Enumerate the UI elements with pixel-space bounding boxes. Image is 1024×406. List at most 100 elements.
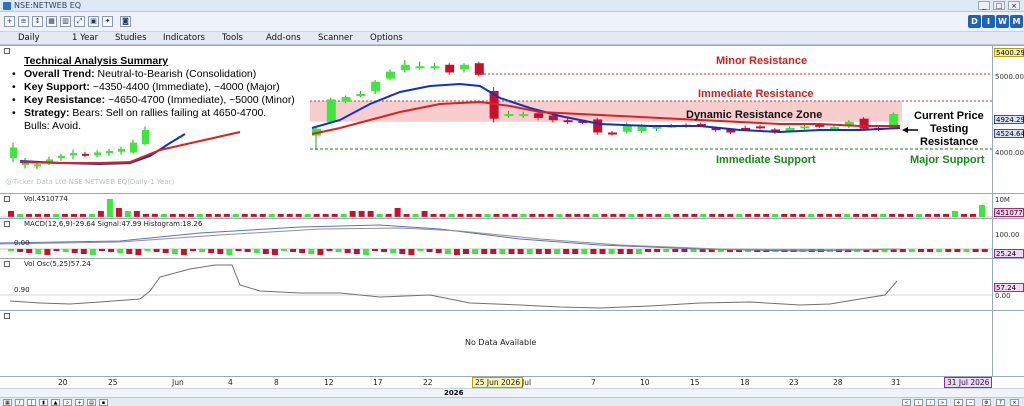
summary-trend: Overall Trend: Neutral-to-Bearish (Conso… (10, 68, 295, 81)
macd-histogram-bar (572, 249, 579, 254)
new-icon[interactable]: + (4, 16, 15, 27)
macd-histogram-bar (281, 249, 287, 251)
candle-body (82, 153, 89, 156)
macd-histogram-bar (463, 249, 469, 254)
macd-label: MACD(12,6,9)-29.64 Signal:47.99 Histogra… (24, 220, 203, 228)
candle-icon[interactable]: ▮ (39, 399, 48, 406)
monthly-view-button[interactable]: M (1010, 15, 1023, 28)
cursor-icon[interactable]: + (75, 399, 84, 406)
macd-histogram-bar (190, 249, 196, 251)
title-bar: NSE:NETWEB EQ _ □ × (0, 0, 1024, 12)
macd-panel[interactable]: MACD(12,6,9)-29.64 Signal:47.99 Histogra… (0, 218, 992, 258)
axis-label-4000: 4000.00 (995, 149, 1024, 157)
zoom-in-icon[interactable]: + (954, 399, 963, 406)
end-date-box[interactable]: 31 Jul 2026 (944, 377, 993, 388)
menu-daily[interactable]: Daily (18, 33, 40, 43)
print-icon[interactable]: ▤ (87, 399, 96, 406)
x-label: 22 (423, 378, 433, 387)
volume-bar (277, 214, 284, 217)
exit-icon[interactable]: × (1010, 399, 1019, 406)
x-label: 17 (373, 378, 383, 387)
menu-scanner[interactable]: Scanner (318, 33, 353, 43)
volume-bar (349, 211, 356, 217)
macd-histogram-bar (390, 249, 397, 253)
sort-icon[interactable]: ↕ (32, 16, 43, 27)
candle-body (756, 126, 765, 129)
settings-icon[interactable]: ⚙ (982, 399, 991, 406)
maximize-button[interactable]: □ (993, 1, 1005, 10)
scroll-last-icon[interactable]: » (938, 399, 947, 406)
empty-panel-icon[interactable] (4, 313, 10, 319)
zoom-icon[interactable]: ⌕ (63, 399, 72, 406)
candle-body (534, 113, 543, 118)
volume-bar (529, 214, 536, 217)
minimize-button[interactable]: _ (978, 1, 990, 10)
intraday-view-button[interactable]: I (982, 15, 995, 28)
macd-histogram-bar (927, 249, 934, 252)
bar-icon[interactable]: | (27, 399, 36, 406)
volume-bar (601, 214, 608, 217)
weekly-view-button[interactable]: W (996, 15, 1009, 28)
table-icon[interactable]: ▦ (46, 16, 57, 27)
chart-bar-icon[interactable]: ▥ (60, 16, 71, 27)
x-label: 4 (228, 378, 233, 387)
menu-add-ons[interactable]: Add-ons (266, 33, 301, 43)
annotation-minor-resistance: Minor Resistance (716, 55, 808, 67)
macd-histogram-bar (399, 249, 406, 254)
macd-histogram-bar (444, 249, 451, 254)
line-icon[interactable]: / (15, 399, 24, 406)
status-bar: ▦ / | ▮ ▲ ⌕ + ▤ ▪ « ‹ › » + − ⚙ ? × (0, 397, 1024, 406)
volume-bar (376, 214, 383, 217)
area-icon[interactable]: ▲ (51, 399, 60, 406)
menu-studies[interactable]: Studies (115, 33, 147, 43)
candle-body (415, 66, 425, 69)
macd-histogram-bar (235, 249, 242, 251)
scroll-right-icon[interactable]: › (926, 399, 935, 406)
x-label: 28 (833, 378, 843, 387)
menu-options[interactable]: Options (370, 33, 403, 43)
macd-histogram-bar (936, 249, 943, 252)
menu-1-year[interactable]: 1 Year (72, 33, 98, 43)
save-icon[interactable]: ▪ (99, 399, 108, 406)
macd-histogram-bar (353, 249, 360, 254)
help-icon[interactable]: ? (996, 399, 1005, 406)
close-button[interactable]: × (1008, 1, 1020, 10)
volume-bar (205, 214, 212, 217)
candle-body (70, 153, 77, 156)
macd-histogram-bar (663, 249, 670, 252)
zoom-out-icon[interactable]: − (966, 399, 975, 406)
image-icon[interactable]: ▣ (88, 16, 99, 27)
volume-bar (340, 214, 347, 217)
year-bar: 2026 (0, 388, 1024, 397)
volosc-panel[interactable]: Vol Osc(5,25)57.24 0.90 (0, 258, 992, 310)
macd-histogram-bar (26, 249, 33, 253)
toolbar: + ≡ ↕ ▦ ▥ ⤢ ▣ ✦ ◙ D I W M (0, 12, 1024, 32)
x-label: 31 (891, 378, 901, 387)
x-label: Jul (522, 378, 532, 387)
summary-heading: Technical Analysis Summary (24, 55, 169, 67)
daily-view-button[interactable]: D (968, 15, 981, 28)
volume-bar (160, 214, 167, 217)
macd-axis-top: 100.00 (995, 231, 1020, 239)
volume-bar (475, 214, 482, 217)
scroll-first-icon[interactable]: « (902, 399, 911, 406)
list-icon[interactable]: ≡ (18, 16, 29, 27)
macd-histogram-bar (244, 249, 251, 252)
pin-icon[interactable]: ✦ (102, 16, 113, 27)
volume-bar (358, 211, 365, 217)
annotation-testing: Testing (930, 123, 969, 135)
macd-histogram-bar (208, 249, 215, 253)
menu-tools[interactable]: Tools (222, 33, 243, 43)
volume-bar (241, 214, 248, 217)
expand-icon[interactable]: ⤢ (74, 16, 85, 27)
macd-histogram-bar (563, 249, 570, 254)
grid-icon[interactable]: ▦ (3, 399, 12, 406)
scroll-left-icon[interactable]: ‹ (914, 399, 923, 406)
volume-chart (0, 199, 992, 218)
menu-indicators[interactable]: Indicators (163, 33, 205, 43)
camera-icon[interactable]: ◙ (120, 16, 131, 27)
volume-panel[interactable]: Vol.4510774 (0, 193, 992, 218)
volume-bar (34, 214, 41, 217)
volume-bar (952, 211, 959, 217)
selected-date-box[interactable]: 25 Jun 2026 (472, 377, 524, 388)
